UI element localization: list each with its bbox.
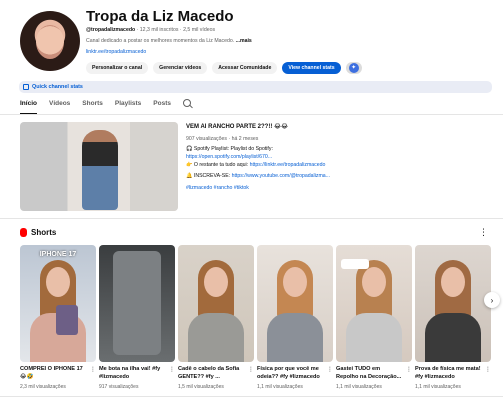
featured-desc-line1: 🎧 Spotify Playlist: Playlist do Spotify:… xyxy=(186,146,326,168)
extension-button[interactable]: ✦ xyxy=(345,62,362,74)
channel-link[interactable]: linktr.ee/tropadalizmacedo xyxy=(86,49,146,55)
shorts-heading: Shorts xyxy=(20,228,56,237)
short-card[interactable]: Cadê o cabelo da Sofia GENTE?? #fy ... ⋮ … xyxy=(178,245,254,390)
short-card[interactable]: IPHONE 17 COMPREI O IPHONE 17 😂🤣 ⋮ 2,3 mi… xyxy=(20,245,96,390)
short-title[interactable]: Gastei TUDO em Repolho na Decoração... xyxy=(336,366,402,381)
short-more-icon[interactable]: ⋮ xyxy=(90,366,96,381)
short-title[interactable]: Cadê o cabelo da Sofia GENTE?? #fy ... xyxy=(178,366,244,381)
tab-shorts[interactable]: Shorts xyxy=(82,100,103,114)
customize-channel-button[interactable]: Personalizar o canal xyxy=(86,62,149,74)
short-title[interactable]: Física por que você me odeia?? #fy #lizm… xyxy=(257,366,323,381)
short-views: 1,1 mil visualizações xyxy=(257,384,303,391)
short-thumbnail[interactable] xyxy=(415,245,491,362)
bottom-divider xyxy=(0,396,503,397)
short-views: 1,1 mil visualizações xyxy=(336,384,382,391)
channel-actions: Personalizar o canal Gerenciar vídeos Ac… xyxy=(86,62,362,74)
short-more-icon[interactable]: ⋮ xyxy=(248,366,254,381)
short-views: 1,5 mil visualizações xyxy=(178,384,224,391)
tab-videos[interactable]: Vídeos xyxy=(49,100,70,114)
community-button[interactable]: Acessar Comunidade xyxy=(212,62,278,74)
short-title[interactable]: COMPREI O IPHONE 17 😂🤣 xyxy=(20,366,86,381)
short-thumbnail[interactable]: IPHONE 17 xyxy=(20,245,96,362)
shorts-shelf: IPHONE 17 COMPREI O IPHONE 17 😂🤣 ⋮ 2,3 mi… xyxy=(20,245,491,390)
tab-divider xyxy=(0,114,503,115)
view-channel-stats-button[interactable]: View channel stats xyxy=(282,62,341,74)
featured-video-title[interactable]: VEM AI RANCHO PARTE 2??!! 😂😂 xyxy=(186,123,486,130)
channel-tabs: Início Vídeos Shorts Playlists Posts xyxy=(20,99,191,114)
channel-description[interactable]: Canal dedicado a postar os melhores mome… xyxy=(86,38,252,44)
short-card[interactable]: Física por que você me odeia?? #fy #lizm… xyxy=(257,245,333,390)
subscriber-count: 12,3 mil inscritos xyxy=(139,27,179,33)
shelf-next-button[interactable]: › xyxy=(484,292,500,308)
featured-video-info: VEM AI RANCHO PARTE 2??!! 😂😂 907 visuali… xyxy=(186,123,486,193)
spotify-link[interactable]: https://open.spotify.com/playlist/670... xyxy=(186,154,272,160)
tab-home[interactable]: Início xyxy=(20,100,37,114)
short-card[interactable]: Prova de física me mata! #fy #lizmacedo ⋮… xyxy=(415,245,491,390)
short-views: 2,3 mil visualizações xyxy=(20,384,66,391)
channel-avatar xyxy=(20,11,80,71)
short-thumbnail[interactable] xyxy=(257,245,333,362)
featured-desc-line3: 🔔 INSCREVA-SE: https://www.youtube.com/@… xyxy=(186,173,330,180)
tab-posts[interactable]: Posts xyxy=(153,100,171,114)
comment-bubble xyxy=(341,259,369,269)
stats-icon xyxy=(23,84,29,90)
channel-handle: @tropadalizmacedo xyxy=(86,27,136,33)
short-title[interactable]: Me bota na ilha vai! #fy #lizmacedo xyxy=(99,366,165,381)
short-card[interactable]: Me bota na ilha vai! #fy #lizmacedo ⋮ 917… xyxy=(99,245,175,390)
more-link[interactable]: ...mais xyxy=(236,38,252,44)
featured-video-meta: 907 visualizações · há 2 meses xyxy=(186,136,259,142)
short-thumbnail[interactable] xyxy=(178,245,254,362)
short-thumbnail[interactable] xyxy=(336,245,412,362)
short-views: 917 visualizações xyxy=(99,384,139,391)
short-more-icon[interactable]: ⋮ xyxy=(327,366,333,381)
channel-title: Tropa da Liz Macedo xyxy=(86,8,234,25)
video-count: 2,5 mil vídeos xyxy=(183,27,216,33)
quick-channel-stats-bar[interactable]: Quick channel stats xyxy=(19,81,492,93)
manage-videos-button[interactable]: Gerenciar vídeos xyxy=(153,62,208,74)
featured-video-thumbnail[interactable] xyxy=(20,122,178,211)
shorts-icon xyxy=(20,228,27,237)
short-views: 1,1 mil visualizações xyxy=(415,384,461,391)
quick-stats-label: Quick channel stats xyxy=(32,84,83,90)
featured-hashtags[interactable]: #lizmacedo #rancho #tiktok xyxy=(186,185,249,191)
short-more-icon[interactable]: ⋮ xyxy=(406,366,412,381)
short-more-icon[interactable]: ⋮ xyxy=(485,366,491,381)
section-divider xyxy=(0,218,503,219)
short-thumbnail[interactable] xyxy=(99,245,175,362)
chevron-right-icon: › xyxy=(490,295,494,305)
short-title[interactable]: Prova de física me mata! #fy #lizmacedo xyxy=(415,366,481,381)
subscribe-link[interactable]: https://www.youtube.com/@tropadalizma... xyxy=(232,173,330,179)
phone-image xyxy=(56,305,78,335)
extension-icon: ✦ xyxy=(348,63,359,73)
tab-playlists[interactable]: Playlists xyxy=(115,100,141,114)
short-card[interactable]: Gastei TUDO em Repolho na Decoração... ⋮ … xyxy=(336,245,412,390)
short-more-icon[interactable]: ⋮ xyxy=(169,366,175,381)
thumbnail-overlay-text: IPHONE 17 xyxy=(39,251,77,258)
channel-meta: @tropadalizmacedo · 12,3 mil inscritos ·… xyxy=(86,27,216,33)
search-icon[interactable] xyxy=(182,99,191,107)
linktree-link[interactable]: https://linktr.ee/tropadalizmacedo xyxy=(250,162,326,168)
shorts-more-icon[interactable]: ⋮ xyxy=(479,227,488,238)
